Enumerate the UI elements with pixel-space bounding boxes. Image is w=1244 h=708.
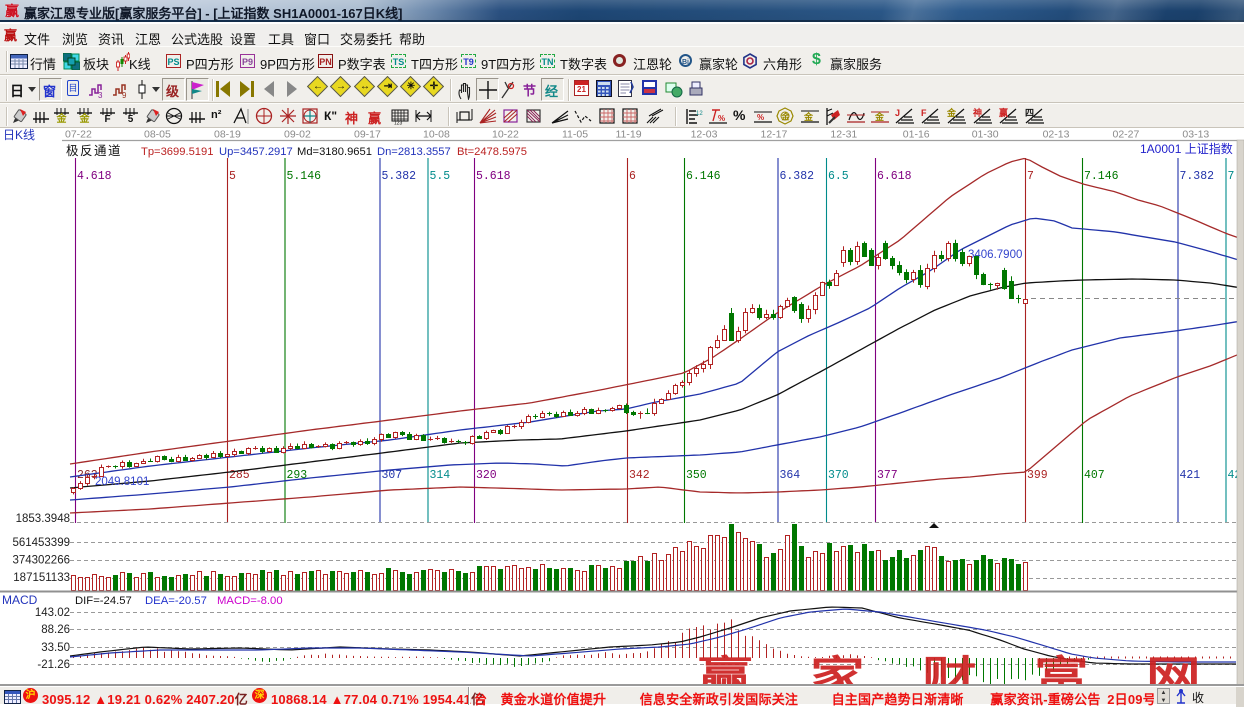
- svg-text:Bt=2478.5975: Bt=2478.5975: [457, 146, 527, 158]
- svg-text:377: 377: [877, 469, 898, 482]
- svg-text:11-05: 11-05: [562, 129, 588, 141]
- svg-text:10-22: 10-22: [492, 129, 519, 141]
- svg-text:6.618: 6.618: [877, 170, 912, 183]
- svg-text:7.382: 7.382: [1180, 170, 1215, 183]
- svg-text:3: 3: [98, 91, 103, 99]
- svg-text:03-13: 03-13: [1182, 129, 1209, 141]
- svg-text:家: 家: [810, 654, 865, 684]
- svg-text:02-13: 02-13: [1043, 129, 1070, 141]
- svg-text:金: 金: [781, 112, 791, 122]
- svg-text:四: 四: [1025, 108, 1034, 118]
- svg-text:7.146: 7.146: [1084, 170, 1119, 183]
- svg-text:%: %: [718, 114, 725, 123]
- svg-text:370: 370: [828, 469, 849, 482]
- svg-text:09-02: 09-02: [284, 129, 311, 141]
- svg-text:7: 7: [1027, 170, 1034, 183]
- svg-text:143.02: 143.02: [35, 607, 70, 619]
- svg-text:日K线: 日K线: [3, 128, 35, 142]
- svg-text:Tp=3699.5191: Tp=3699.5191: [141, 146, 213, 158]
- svg-text:10-08: 10-08: [423, 129, 450, 141]
- svg-text:6.146: 6.146: [686, 170, 721, 183]
- svg-text:01-30: 01-30: [972, 129, 999, 141]
- svg-text:11-19: 11-19: [616, 129, 642, 141]
- svg-text:%: %: [757, 113, 764, 122]
- svg-text:MACD=-8.00: MACD=-8.00: [217, 595, 283, 607]
- svg-text:320: 320: [476, 469, 497, 482]
- svg-text:1853.3948: 1853.3948: [16, 513, 70, 525]
- svg-text:314: 314: [430, 469, 451, 482]
- svg-text:金: 金: [803, 111, 814, 122]
- svg-text:赢: 赢: [698, 654, 753, 684]
- svg-text:374302266: 374302266: [12, 555, 70, 567]
- svg-text:399: 399: [1027, 469, 1048, 482]
- svg-text:1A0001 上证指数: 1A0001 上证指数: [1140, 141, 1233, 156]
- svg-text:407: 407: [1084, 469, 1105, 482]
- svg-text:神: 神: [973, 107, 982, 118]
- svg-text:金: 金: [874, 111, 885, 122]
- svg-text:MACD: MACD: [2, 593, 38, 607]
- svg-text:J: J: [895, 108, 900, 118]
- svg-text:极反通道: 极反通道: [66, 144, 122, 158]
- svg-text:5.5: 5.5: [430, 170, 451, 183]
- svg-text:6.382: 6.382: [780, 170, 815, 183]
- svg-text:4.618: 4.618: [77, 170, 112, 183]
- svg-text:5: 5: [229, 170, 236, 183]
- svg-text:富: 富: [1034, 654, 1089, 684]
- svg-text:07-22: 07-22: [65, 129, 92, 141]
- svg-text:F: F: [921, 108, 927, 118]
- svg-text:08-05: 08-05: [144, 129, 171, 141]
- svg-text:DEA=-20.57: DEA=-20.57: [145, 595, 207, 607]
- svg-text:Up=3457.2917: Up=3457.2917: [219, 146, 293, 158]
- svg-text:02-27: 02-27: [1113, 129, 1140, 141]
- svg-text:-21.26: -21.26: [37, 659, 70, 671]
- svg-text:6: 6: [629, 170, 636, 183]
- svg-text:364: 364: [780, 469, 801, 482]
- svg-text:350: 350: [686, 469, 707, 482]
- svg-text:12-03: 12-03: [691, 129, 718, 141]
- svg-text:2049.8101: 2049.8101: [95, 476, 149, 488]
- svg-text:08-19: 08-19: [214, 129, 241, 141]
- svg-text:123: 123: [696, 111, 703, 117]
- svg-text:12-31: 12-31: [830, 129, 857, 141]
- svg-text:12-17: 12-17: [761, 129, 788, 141]
- svg-text:6.5: 6.5: [828, 170, 849, 183]
- svg-text:342: 342: [629, 469, 650, 482]
- svg-text:01-16: 01-16: [903, 129, 930, 141]
- svg-text:Dn=2813.3557: Dn=2813.3557: [377, 146, 451, 158]
- svg-text:123: 123: [394, 121, 403, 126]
- svg-text:金: 金: [946, 107, 957, 118]
- svg-text:网: 网: [1146, 654, 1201, 684]
- svg-text:09-17: 09-17: [354, 129, 381, 141]
- svg-text:赢: 赢: [999, 107, 1008, 118]
- svg-text:Md=3180.9651: Md=3180.9651: [297, 146, 372, 158]
- svg-text:9: 9: [122, 91, 127, 99]
- svg-text:33.50: 33.50: [41, 642, 70, 654]
- svg-text:561453399: 561453399: [12, 537, 70, 549]
- svg-text:5.382: 5.382: [382, 170, 417, 183]
- svg-text:DIF=-24.57: DIF=-24.57: [75, 595, 132, 607]
- svg-text:5.146: 5.146: [287, 170, 322, 183]
- svg-text:财: 财: [922, 654, 977, 684]
- svg-text:88.26: 88.26: [41, 624, 70, 636]
- svg-text:187151133: 187151133: [13, 572, 70, 584]
- svg-text:421: 421: [1180, 469, 1201, 482]
- svg-text:5.618: 5.618: [476, 170, 511, 183]
